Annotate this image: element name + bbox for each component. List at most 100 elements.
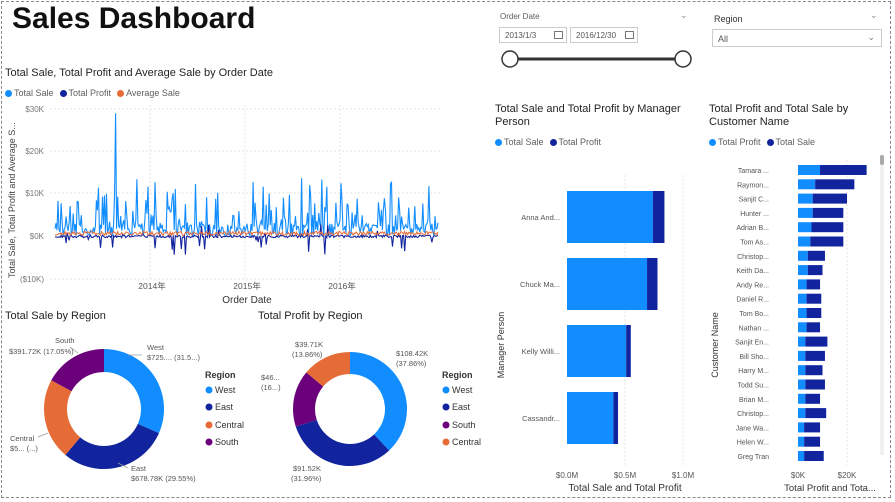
line-chart[interactable]: Total Sale, Total Profit and Average S..… xyxy=(0,100,450,310)
bar-total-sale[interactable] xyxy=(806,322,821,333)
bar-total-profit[interactable] xyxy=(626,325,631,377)
customer-chart-legend: Total Profit Total Sale xyxy=(709,137,815,147)
legend-item-total-profit[interactable]: Total Profit xyxy=(59,88,111,98)
y-tick: ($10K) xyxy=(20,275,44,284)
region-dropdown[interactable]: All ⌄ xyxy=(712,29,882,47)
bar-total-sale[interactable] xyxy=(807,265,823,276)
bar-total-profit[interactable] xyxy=(798,250,808,261)
legend-item-central[interactable]: Central xyxy=(215,420,244,430)
profit-by-region-donut[interactable]: $39.71K (13.86%) $108.42K (37.86%) $46..… xyxy=(255,325,490,495)
bar-total-profit[interactable] xyxy=(798,236,811,247)
date-start-input[interactable]: 2013/1/3 xyxy=(499,27,567,43)
bar-total-profit[interactable] xyxy=(647,258,658,310)
legend-marker-west xyxy=(205,386,213,394)
donut-legend-title: Region xyxy=(205,370,236,380)
legend-item-east[interactable]: East xyxy=(452,402,471,412)
donut-slice-central[interactable] xyxy=(44,380,81,455)
customer-chart-ylabel: Customer Name xyxy=(710,312,720,378)
category-label: Andy Re... xyxy=(736,282,769,289)
donut-slice-east[interactable] xyxy=(295,419,390,466)
slider-end-handle[interactable] xyxy=(674,50,692,68)
bar-total-profit[interactable] xyxy=(798,222,812,233)
customer-bar-chart[interactable]: Customer Name $0K $20K Total Profit and … xyxy=(705,150,880,500)
date-range-slider[interactable] xyxy=(498,48,698,70)
bar-total-sale[interactable] xyxy=(820,165,867,175)
y-tick: $10K xyxy=(25,189,44,198)
sale-by-region-donut[interactable]: West $725.... (31.5...) South $391.72K (… xyxy=(0,325,255,495)
date-slicer-chevron-icon[interactable]: ⌄ xyxy=(680,10,688,21)
bar-total-profit[interactable] xyxy=(798,422,805,433)
region-slicer-chevron-icon[interactable]: ⌄ xyxy=(870,10,878,21)
bar-total-sale[interactable] xyxy=(812,207,844,218)
legend-item-average-sale[interactable]: Average Sale xyxy=(117,88,180,98)
bar-total-sale[interactable] xyxy=(567,325,627,377)
legend-item-central[interactable]: Central xyxy=(452,437,481,447)
bar-total-profit[interactable] xyxy=(798,451,805,461)
legend-item-west[interactable]: West xyxy=(452,385,473,395)
legend-item-east[interactable]: East xyxy=(215,402,234,412)
bar-total-sale[interactable] xyxy=(806,279,821,290)
bar-total-profit[interactable] xyxy=(652,191,665,243)
manager-bar-chart[interactable]: Manager Person $0.0M $0.5M $1.0M Total S… xyxy=(490,150,700,500)
legend-item-south[interactable]: South xyxy=(215,437,239,447)
bar-total-profit[interactable] xyxy=(798,436,805,447)
bar-total-sale[interactable] xyxy=(567,258,648,310)
legend-item-total-profit[interactable]: Total Profit xyxy=(709,137,761,147)
x-tick: 2014年 xyxy=(138,281,166,291)
bar-total-profit[interactable] xyxy=(798,365,806,376)
bar-total-sale[interactable] xyxy=(805,336,828,347)
x-tick: $1.0M xyxy=(672,471,695,480)
bar-total-profit[interactable] xyxy=(798,265,808,276)
bar-total-sale[interactable] xyxy=(810,236,844,247)
bar-total-profit[interactable] xyxy=(798,193,813,204)
bar-total-profit[interactable] xyxy=(798,179,816,190)
bar-total-sale[interactable] xyxy=(567,392,614,444)
bar-total-sale[interactable] xyxy=(804,436,821,447)
legend-item-total-sale[interactable]: Total Sale xyxy=(495,137,544,147)
legend-marker-west xyxy=(442,386,450,394)
bar-total-sale[interactable] xyxy=(805,365,823,376)
legend-marker xyxy=(59,89,67,97)
bar-total-sale[interactable] xyxy=(806,308,822,318)
donut-slice-east[interactable] xyxy=(65,423,159,469)
bar-total-profit[interactable] xyxy=(613,392,619,444)
category-label: Raymon... xyxy=(737,182,769,189)
scrollbar-thumb[interactable] xyxy=(880,155,884,165)
manager-chart-ylabel: Manager Person xyxy=(496,312,506,379)
bar-total-profit[interactable] xyxy=(798,165,821,175)
bar-total-sale[interactable] xyxy=(805,408,827,419)
legend-item-total-sale[interactable]: Total Sale xyxy=(766,137,815,147)
legend-item-total-profit[interactable]: Total Profit xyxy=(549,137,601,147)
bar-total-sale[interactable] xyxy=(804,451,824,461)
legend-item-total-sale[interactable]: Total Sale xyxy=(5,88,54,98)
bar-total-profit[interactable] xyxy=(798,408,806,419)
category-label: Nathan ... xyxy=(739,325,769,332)
bar-total-sale[interactable] xyxy=(804,422,821,433)
bar-total-sale[interactable] xyxy=(805,393,821,404)
category-label: Helen W... xyxy=(737,440,769,447)
slider-start-handle[interactable] xyxy=(501,50,519,68)
bar-total-profit[interactable] xyxy=(798,279,807,290)
customer-chart-scrollbar[interactable] xyxy=(880,155,884,455)
bar-total-sale[interactable] xyxy=(806,293,822,304)
bar-total-profit[interactable] xyxy=(798,336,806,347)
bar-total-sale[interactable] xyxy=(807,250,825,261)
bar-total-profit[interactable] xyxy=(798,379,806,390)
bar-total-profit[interactable] xyxy=(798,207,813,218)
bar-total-sale[interactable] xyxy=(815,179,855,190)
bar-total-sale[interactable] xyxy=(805,350,825,361)
legend-item-south[interactable]: South xyxy=(452,420,476,430)
bar-total-profit[interactable] xyxy=(798,350,806,361)
bar-total-profit[interactable] xyxy=(798,393,806,404)
bar-total-sale[interactable] xyxy=(811,222,844,233)
bar-total-profit[interactable] xyxy=(798,322,807,333)
bar-total-sale[interactable] xyxy=(805,379,825,390)
manager-chart-title: Total Sale and Total Profit by Manager xyxy=(495,103,681,115)
bar-total-profit[interactable] xyxy=(798,293,807,304)
bar-total-sale[interactable] xyxy=(812,193,847,204)
bar-total-profit[interactable] xyxy=(798,308,807,318)
date-end-input[interactable]: 2016/12/30 xyxy=(570,27,638,43)
chevron-down-icon: ⌄ xyxy=(867,32,875,42)
legend-item-west[interactable]: West xyxy=(215,385,236,395)
bar-total-sale[interactable] xyxy=(567,191,653,243)
